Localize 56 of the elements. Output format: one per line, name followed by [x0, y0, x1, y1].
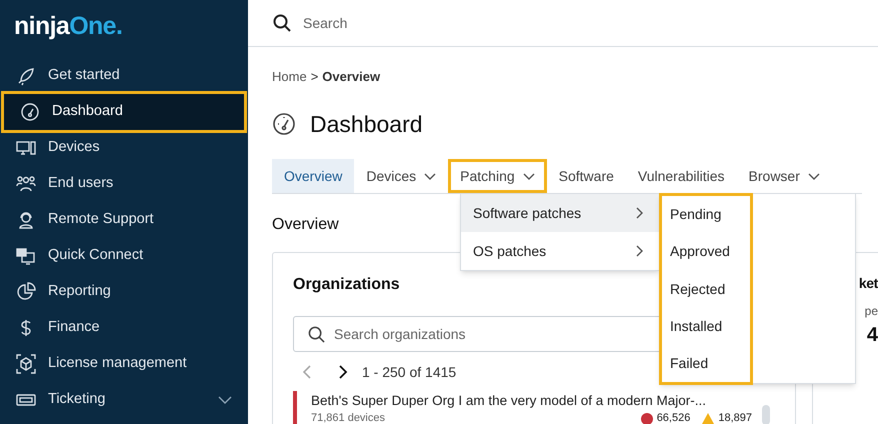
sidebar-item[interactable]: Get started — [0, 58, 248, 94]
screens-icon — [16, 246, 36, 266]
section-title: Overview — [272, 215, 339, 235]
chevron-down-icon — [218, 396, 232, 404]
breadcrumb-current: Overview — [322, 68, 380, 86]
gauge-icon — [20, 102, 40, 122]
tab[interactable]: Devices — [354, 159, 448, 193]
search-field[interactable]: Search — [303, 12, 603, 34]
warning-icon — [702, 413, 714, 424]
card-label: pe — [864, 303, 878, 320]
breadcrumb-link[interactable]: Home — [272, 67, 307, 86]
critical-count: 66,526 — [656, 412, 690, 424]
search-icon — [308, 326, 325, 343]
submenu-item[interactable]: Approved — [662, 233, 750, 270]
tab[interactable]: Software — [546, 159, 626, 193]
organization-name[interactable]: Beth's Super Duper Org I am the very model of a modern Major-... — [311, 391, 752, 412]
breadcrumb-separator: > — [310, 68, 318, 86]
gauge-icon — [272, 112, 296, 136]
sidebar-item[interactable]: License management — [0, 346, 248, 382]
sidebar-item[interactable]: Dashboard — [4, 94, 244, 130]
sidebar-item[interactable]: Remote Support — [0, 202, 248, 238]
box-icon — [16, 354, 36, 374]
sidebar-item[interactable]: Quick Connect — [0, 238, 248, 274]
menu-item[interactable]: Software patches — [461, 194, 659, 232]
chevron-right-icon — [636, 245, 643, 257]
page-title: Dashboard — [310, 110, 423, 138]
next-page-icon[interactable] — [338, 364, 348, 380]
sidebar-item[interactable]: Reporting — [0, 274, 248, 310]
chevron-right-icon — [636, 207, 643, 219]
logo: ninjaOne. — [14, 14, 122, 39]
tab[interactable]: Overview — [272, 159, 354, 193]
card-title: Organizations — [293, 275, 400, 295]
sidebar-item[interactable]: Devices — [0, 130, 248, 166]
card-value: 4 — [866, 323, 878, 348]
sidebar-item[interactable]: Finance — [0, 310, 248, 346]
card-title: ket — [858, 274, 878, 293]
scrollbar[interactable] — [762, 405, 770, 424]
previous-page-icon[interactable] — [302, 364, 312, 380]
menu-item[interactable]: OS patches — [461, 232, 659, 270]
chevron-down-icon — [424, 172, 436, 180]
chevron-down-icon — [522, 172, 535, 180]
warning-count: 18,897 — [718, 412, 752, 424]
tab[interactable]: Vulnerabilities — [626, 159, 737, 193]
search-icon — [273, 14, 291, 32]
sidebar-item[interactable]: Ticketing — [0, 382, 248, 418]
submenu-item[interactable]: Pending — [662, 196, 750, 234]
tab[interactable]: Patching — [448, 159, 547, 193]
chevron-down-icon — [808, 172, 820, 180]
tab[interactable]: Browser — [736, 159, 832, 193]
users-icon — [16, 174, 36, 194]
error-icon — [640, 412, 653, 424]
pie-icon — [16, 282, 36, 302]
submenu-item[interactable]: Rejected — [662, 270, 750, 308]
device-count: 71,861 devices — [311, 412, 386, 424]
pagination-range: 1 - 250 of 1415 — [362, 362, 456, 382]
sidebar-item[interactable]: End users — [0, 166, 248, 202]
